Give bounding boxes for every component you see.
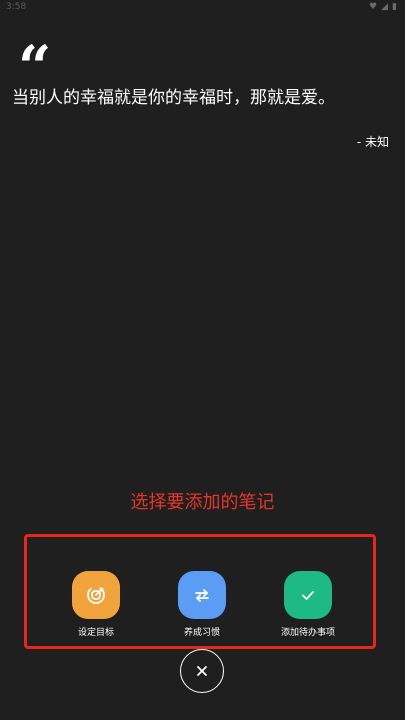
target-icon[interactable]: [72, 571, 120, 619]
set-goal-button[interactable]: 设定目标: [56, 571, 136, 638]
build-habit-button[interactable]: 养成习惯: [162, 571, 242, 638]
quote-author: - 未知: [356, 135, 389, 149]
signal-icon: ◢: [381, 2, 389, 12]
status-icons: ♥ ◢ ▮: [369, 2, 397, 12]
add-note-prompt: 选择要添加的笔记: [130, 492, 275, 513]
set-goal-label: 设定目标: [77, 628, 114, 638]
add-todo-label: 添加待办事项: [280, 628, 335, 638]
status-time: 3:58: [6, 2, 27, 12]
quote-text: 当别人的幸福就是你的幸福时，那就是爱。: [12, 88, 335, 108]
battery-icon: ▮: [392, 2, 397, 12]
repeat-icon[interactable]: [178, 571, 226, 619]
heart-icon: ♥: [369, 2, 378, 12]
check-icon[interactable]: [284, 571, 332, 619]
build-habit-label: 养成习惯: [183, 628, 220, 638]
status-bar: 3:58 ♥ ◢ ▮: [0, 0, 405, 18]
close-icon: [197, 666, 207, 676]
add-todo-button[interactable]: 添加待办事项: [268, 571, 348, 638]
close-button[interactable]: [180, 649, 224, 693]
